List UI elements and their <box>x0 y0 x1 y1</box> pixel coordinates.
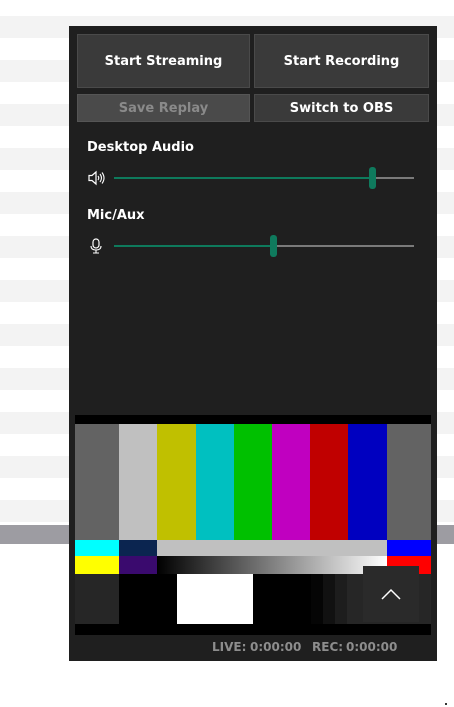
save-replay-button[interactable]: Save Replay <box>77 94 250 122</box>
start-recording-button[interactable]: Start Recording <box>254 34 429 88</box>
microphone-icon <box>90 238 102 254</box>
speaker-icon <box>88 170 105 186</box>
mic-aux-label: Mic/Aux <box>87 208 145 223</box>
mic-aux-slider[interactable] <box>114 235 414 257</box>
live-label: LIVE: <box>212 640 247 654</box>
rec-label: REC: <box>312 640 344 654</box>
mic-aux-slider-thumb[interactable] <box>270 235 277 257</box>
stream-control-panel: Start Streaming Start Recording Save Rep… <box>69 26 437 661</box>
desktop-audio-slider[interactable] <box>114 167 414 189</box>
live-time: 0:00:00 <box>250 640 302 654</box>
rec-time: 0:00:00 <box>346 640 398 654</box>
desktop-audio-label: Desktop Audio <box>87 140 194 155</box>
desktop-audio-slider-thumb[interactable] <box>369 167 376 189</box>
collapse-button[interactable] <box>363 566 419 622</box>
start-streaming-button[interactable]: Start Streaming <box>77 34 250 88</box>
color-bars-row-2 <box>75 540 431 556</box>
color-bars <box>75 424 431 540</box>
chevron-up-icon <box>381 588 401 600</box>
switch-to-obs-button[interactable]: Switch to OBS <box>254 94 429 122</box>
corner-mark <box>445 703 447 705</box>
